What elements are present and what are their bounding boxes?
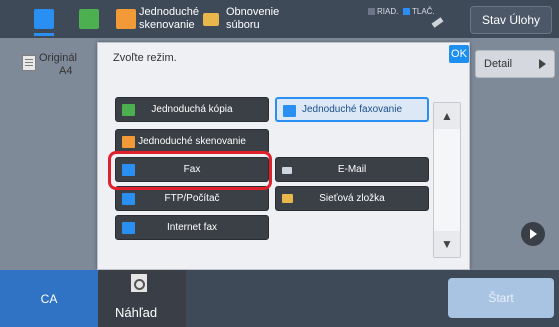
folder-icon: [203, 13, 219, 26]
mode-internet-fax-label: Internet fax: [166, 222, 218, 233]
next-arrow-icon[interactable]: [521, 222, 545, 246]
shortcut-file-retrieve-line2: súboru: [226, 19, 260, 31]
pen-icon: [431, 17, 444, 28]
shortcut-simple-scan-line2: skenovanie: [139, 19, 195, 31]
scroll-top-icon[interactable]: ▲: [434, 103, 460, 129]
original-size: A4: [59, 65, 73, 77]
pc-icon: [122, 193, 135, 205]
ok-button[interactable]: OK: [449, 45, 469, 63]
mode-simple-copy-label: Jednoduchá kópia: [151, 104, 233, 115]
mode-simple-copy-button[interactable]: Jednoduchá kópia: [115, 97, 269, 122]
indicator-print: TLAČ.: [403, 7, 435, 16]
scroll-bottom-icon[interactable]: ▼: [434, 231, 460, 257]
indicator-line-square: [368, 8, 375, 15]
home-doc-icon[interactable]: [34, 9, 54, 29]
copy-icon: [122, 104, 135, 116]
preview-label: Náhľad: [115, 305, 158, 320]
job-status-button[interactable]: Stav Úlohy: [470, 6, 552, 34]
shortcut-file-retrieve-line1: Obnovenie: [226, 6, 280, 18]
scroll-column: ▲ ▼: [433, 102, 461, 258]
indicator-line: RIAD.: [368, 7, 398, 16]
mode-email-label: E-Mail: [337, 164, 367, 175]
preview-button[interactable]: Náhľad: [98, 270, 186, 327]
mode-ftp-pc-label: FTP/Počítač: [164, 193, 220, 204]
mode-simple-scan-label: Jednoduché skenovanie: [138, 136, 246, 147]
mode-email-button[interactable]: E-Mail: [275, 157, 429, 182]
copy-icon[interactable]: [79, 9, 99, 29]
fax-icon: [283, 105, 296, 117]
mode-simple-fax-label: Jednoduché faxovanie: [301, 104, 403, 115]
fax-highlight-ring: [108, 151, 272, 190]
detail-label: Detail: [484, 58, 513, 70]
active-tab-indicator: [34, 33, 54, 36]
top-bar: Jednoduché skenovanie Obnovenie súboru R…: [0, 0, 559, 38]
mail-icon: [282, 167, 292, 174]
mode-network-folder-label: Sieťová zložka: [319, 193, 385, 204]
folder-icon: [282, 194, 293, 203]
start-button[interactable]: Štart: [448, 278, 554, 318]
arrow-right-icon: [539, 59, 546, 69]
mode-simple-fax-button[interactable]: Jednoduché faxovanie: [275, 97, 429, 122]
scan-icon: [122, 136, 135, 148]
indicator-line-label: RIAD.: [377, 7, 399, 16]
mode-network-folder-button[interactable]: Sieťová zložka: [275, 186, 429, 211]
shortcut-simple-scan-line1: Jednoduché: [139, 6, 199, 18]
scan-icon: [116, 9, 136, 29]
indicator-print-label: TLAČ.: [412, 7, 435, 16]
clear-all-button[interactable]: CA: [0, 270, 98, 327]
original-setting[interactable]: Originál A4: [18, 52, 77, 78]
indicator-print-square: [403, 8, 410, 15]
mode-internet-fax-button[interactable]: Internet fax: [115, 215, 269, 240]
internet-fax-icon: [122, 222, 135, 234]
detail-button[interactable]: Detail: [475, 50, 555, 78]
original-label: Originál: [39, 52, 77, 64]
preview-magnifier-icon: [131, 274, 147, 292]
dialog-title: Zvoľte režim.: [113, 52, 177, 64]
